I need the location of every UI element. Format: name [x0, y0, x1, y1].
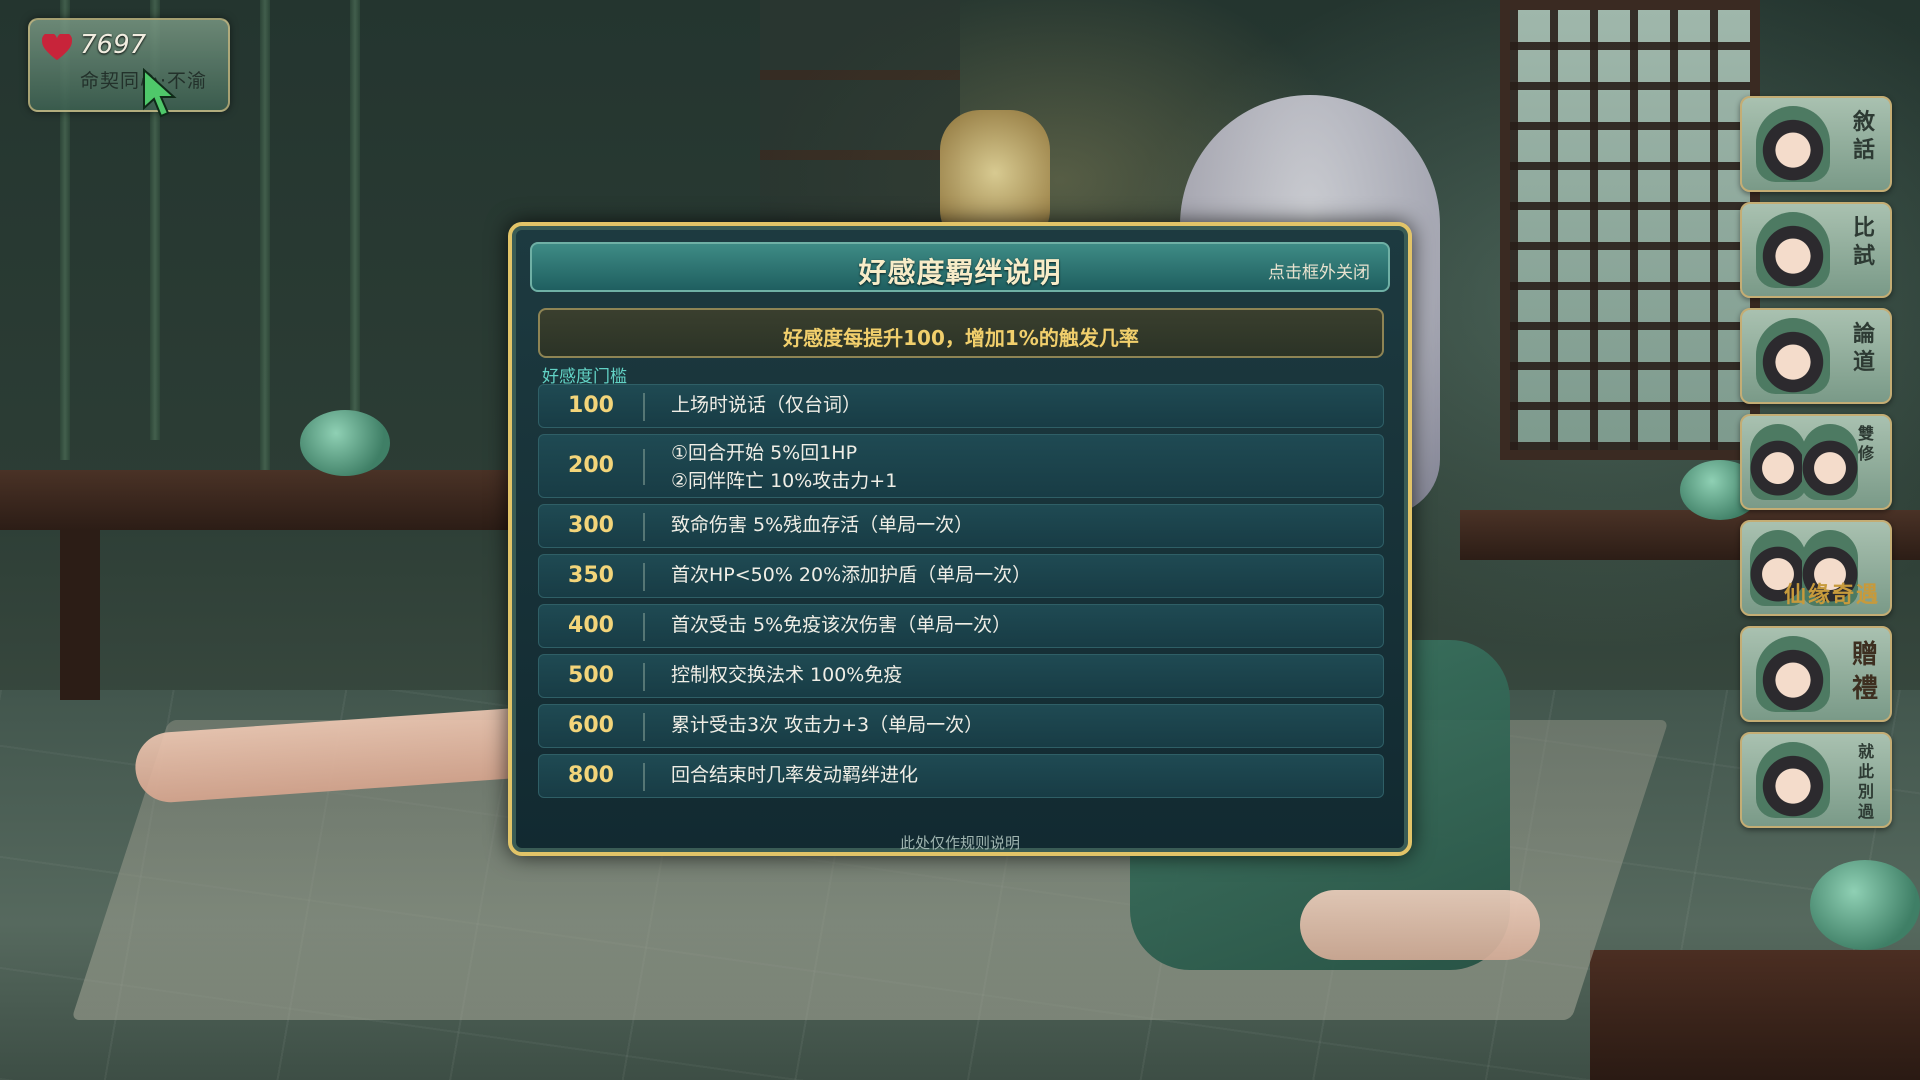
threshold-row: 100 上场时说话（仅台词）: [538, 384, 1384, 428]
threshold-effect: 上场时说话（仅台词）: [671, 394, 862, 416]
threshold-value: 200: [568, 453, 614, 478]
gift-button[interactable]: 贈禮: [1740, 626, 1892, 722]
threshold-row: 600 累计受击3次 攻击力+3（单局一次）: [538, 704, 1384, 748]
threshold-value: 400: [568, 613, 614, 638]
divider: [643, 393, 645, 421]
affection-panel: 7697 命契同心·不渝: [28, 18, 230, 112]
dual-cultivation-button[interactable]: 雙修: [1740, 414, 1892, 510]
threshold-effect: 首次受击 5%免疫该次伤害（单局一次）: [671, 614, 1012, 636]
gift-button-label: 贈禮: [1852, 640, 1879, 704]
dialog-title: 好感度羁绊说明: [858, 256, 1062, 289]
discuss-dao-button-label: 論道: [1852, 321, 1875, 375]
duel-button-label: 比試: [1852, 215, 1875, 269]
threshold-effect: 回合结束时几率发动羁绊进化: [671, 764, 919, 786]
threshold-value: 600: [568, 713, 614, 738]
avatar: [1802, 424, 1858, 500]
divider: [643, 513, 645, 541]
tea-table-bottom-right: [1590, 950, 1920, 1080]
threshold-value: 800: [568, 763, 614, 788]
character-hand: [1300, 890, 1540, 960]
close-hint[interactable]: 点击框外关闭: [1268, 258, 1370, 283]
avatar: [1756, 212, 1830, 288]
bookshelf: [760, 0, 960, 240]
divider: [643, 763, 645, 791]
divider: [643, 713, 645, 741]
threshold-row: 300 致命伤害 5%残血存活（单局一次）: [538, 504, 1384, 548]
threshold-value: 350: [568, 563, 614, 588]
threshold-effect: ①回合开始 5%回1HP: [671, 442, 858, 464]
threshold-effect: 致命伤害 5%残血存活（单局一次）: [671, 514, 974, 536]
info-banner: 好感度每提升100，增加1%的触发几率: [538, 308, 1384, 358]
dialog-header: 好感度羁绊说明 点击框外关闭: [530, 242, 1390, 292]
encounter-button-label: 仙缘奇遇: [1783, 582, 1880, 608]
threshold-effect: 控制权交换法术 100%免疫: [671, 664, 903, 686]
farewell-button[interactable]: 就此別過: [1740, 732, 1892, 828]
threshold-effect: ②同伴阵亡 10%攻击力+1: [671, 470, 898, 492]
banner-text: 好感度每提升100，增加1%的触发几率: [783, 326, 1139, 350]
discuss-dao-button[interactable]: 論道: [1740, 308, 1892, 404]
threshold-row: 400 首次受击 5%免疫该次伤害（单局一次）: [538, 604, 1384, 648]
farewell-button-label: 就此別過: [1857, 742, 1874, 821]
tea-table-left: [0, 470, 520, 530]
bamboo: [350, 0, 360, 420]
avatar: [1750, 424, 1806, 500]
mouse-cursor-icon: [143, 68, 177, 118]
threshold-value: 500: [568, 663, 614, 688]
rules-footnote: 此处仅作规则说明: [899, 834, 1020, 852]
table-leg: [60, 530, 100, 700]
avatar: [1756, 636, 1830, 712]
lattice-window: [1500, 0, 1760, 460]
threshold-value: 300: [568, 513, 614, 538]
threshold-row: 350 首次HP<50% 20%添加护盾（单局一次）: [538, 554, 1384, 598]
bamboo: [260, 0, 270, 470]
heart-icon: [42, 34, 72, 61]
teapot: [1810, 860, 1920, 950]
affection-value: 7697: [80, 30, 147, 60]
affection-bond-dialog: 好感度羁绊说明 点击框外关闭 好感度每提升100，增加1%的触发几率 好感度门槛…: [508, 222, 1412, 856]
threshold-effect: 累计受击3次 攻击力+3（单局一次）: [671, 714, 984, 736]
dual-cultivation-button-label: 雙修: [1857, 424, 1874, 463]
avatar: [1756, 106, 1830, 182]
threshold-row: 500 控制权交换法术 100%免疫: [538, 654, 1384, 698]
divider: [643, 663, 645, 691]
threshold-row: 200 ①回合开始 5%回1HP ②同伴阵亡 10%攻击力+1: [538, 434, 1384, 498]
threshold-row: 800 回合结束时几率发动羁绊进化: [538, 754, 1384, 798]
chat-button-label: 敘話: [1852, 109, 1875, 163]
avatar: [1756, 318, 1830, 394]
divider: [643, 563, 645, 591]
duel-button[interactable]: 比試: [1740, 202, 1892, 298]
divider: [643, 449, 645, 485]
threshold-value: 100: [568, 393, 614, 418]
teapot: [300, 410, 390, 476]
threshold-effect: 首次HP<50% 20%添加护盾（单局一次）: [671, 564, 1032, 586]
divider: [643, 613, 645, 641]
chat-button[interactable]: 敘話: [1740, 96, 1892, 192]
avatar: [1756, 742, 1830, 818]
encounter-button[interactable]: 仙缘奇遇: [1740, 520, 1892, 616]
